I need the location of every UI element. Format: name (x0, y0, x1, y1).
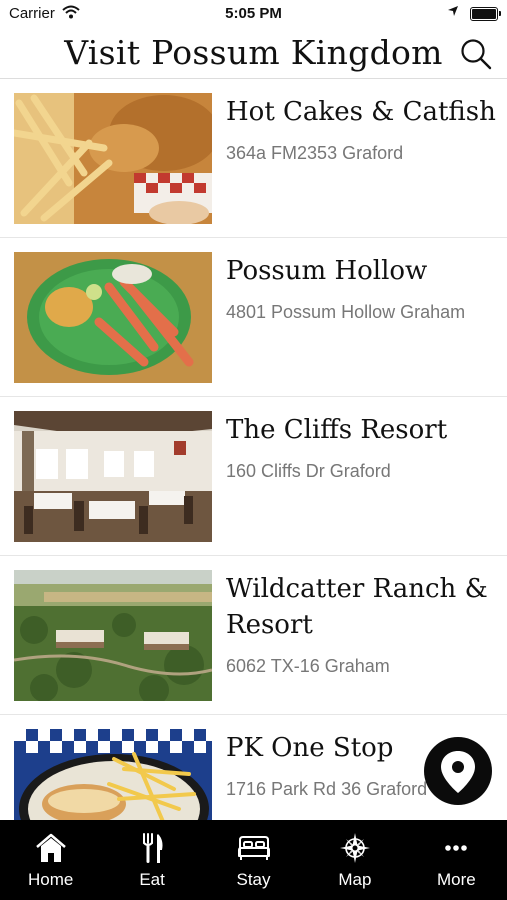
tab-more[interactable]: More (406, 820, 507, 900)
restaurant-dining-room-photo (14, 411, 212, 542)
map-pin-icon (441, 751, 475, 793)
list-item[interactable]: The Cliffs Resort 160 Cliffs Dr Graford (0, 397, 507, 556)
compass-icon (339, 833, 370, 863)
tab-home[interactable]: Home (0, 820, 101, 900)
page-title: Visit Possum Kingdom (64, 33, 443, 72)
listing-address: 364a FM2353 Graford (226, 143, 404, 163)
tab-label: Map (338, 870, 372, 889)
fried-catfish-fries-photo (14, 93, 212, 224)
list-item[interactable]: Possum Hollow 4801 Possum Hollow Graham (0, 238, 507, 397)
listing-address: 6062 TX-16 Graham (226, 656, 390, 676)
app-header: Visit Possum Kingdom (0, 28, 507, 79)
tab-map[interactable]: Map (304, 820, 405, 900)
home-icon (35, 833, 66, 862)
tab-stay[interactable]: Stay (203, 820, 304, 900)
bed-icon (237, 836, 270, 860)
tab-label: Home (28, 870, 74, 889)
tab-label: Eat (139, 870, 165, 889)
listing-list[interactable]: Hot Cakes & Catfish 364a FM2353 Graford … (0, 79, 507, 820)
listing-name: Hot Cakes & Catfish (226, 97, 496, 127)
tab-bar: Home Eat Stay Map More (0, 820, 507, 900)
tab-label: More (436, 870, 476, 889)
status-time: 5:05 PM (225, 5, 282, 22)
search-icon[interactable] (459, 37, 493, 71)
listing-address: 160 Cliffs Dr Graford (226, 461, 391, 481)
aerial-ranch-photo (14, 570, 212, 701)
fork-knife-icon (143, 833, 163, 863)
map-fab-button[interactable] (424, 737, 492, 805)
crab-legs-plate-photo (14, 252, 212, 383)
more-icon (445, 845, 468, 851)
status-bar: Carrier 5:05 PM (0, 0, 507, 28)
sandwich-fries-basket-photo (14, 729, 212, 820)
location-arrow-icon (448, 6, 458, 16)
battery-icon (470, 7, 501, 21)
tab-label: Stay (236, 870, 271, 889)
listing-name: Possum Hollow (226, 256, 428, 286)
tab-eat[interactable]: Eat (101, 820, 202, 900)
list-item[interactable]: Hot Cakes & Catfish 364a FM2353 Graford (0, 79, 507, 238)
listing-address: 4801 Possum Hollow Graham (226, 302, 466, 322)
listing-name: Wildcatter Ranch & Resort (226, 574, 488, 640)
listing-name: The Cliffs Resort (226, 415, 448, 445)
list-item[interactable]: Wildcatter Ranch & Resort 6062 TX-16 Gra… (0, 556, 507, 715)
